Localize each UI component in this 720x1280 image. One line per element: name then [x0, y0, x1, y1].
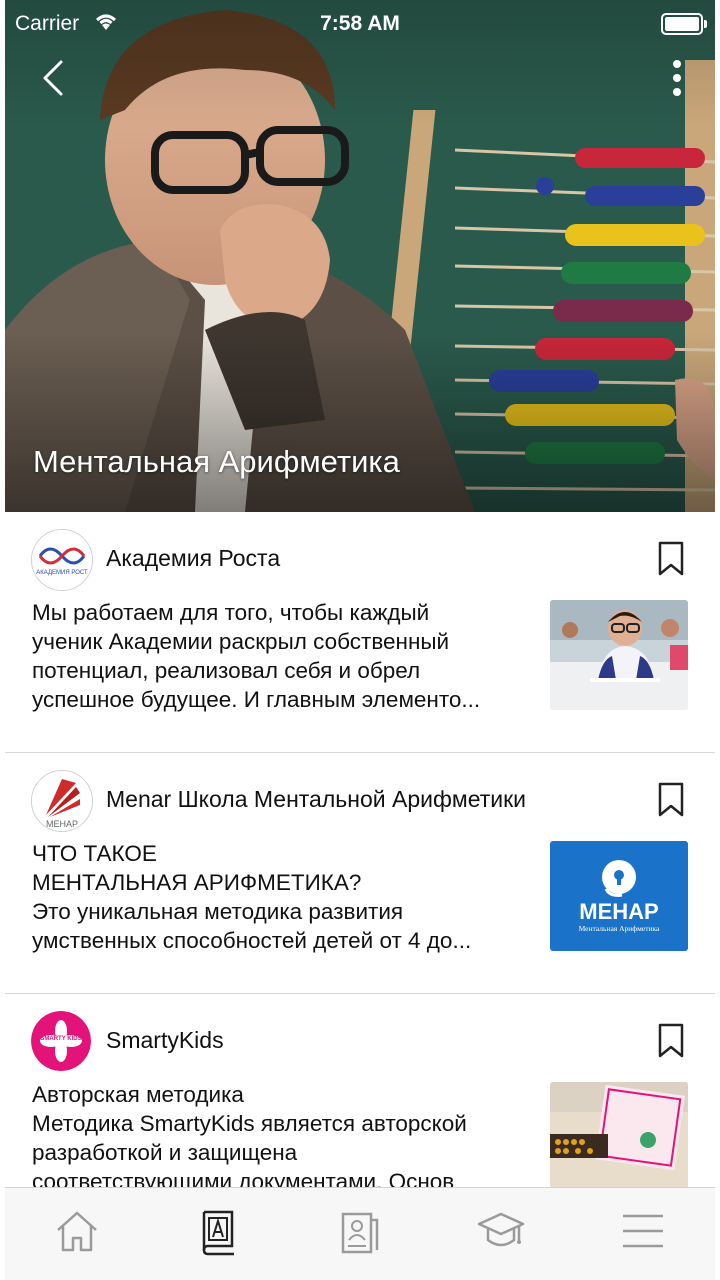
description-line: соответствующими документами. Основ [32, 1169, 455, 1187]
thumbnail-image [550, 600, 688, 710]
document-icon[interactable] [335, 1206, 385, 1256]
thumbnail-image: МЕНАР Ментальная Арифметика [550, 841, 688, 951]
status-time: 7:58 AM [320, 12, 400, 35]
bookmark-icon[interactable] [657, 541, 685, 577]
description-line: разработкой и защищена [32, 1140, 298, 1165]
school-list: АКАДЕМИЯ РОСТ Академия Роста Мы работаем… [5, 512, 715, 1187]
akademiya-logo-icon: АКАДЕМИЯ РОСТ [32, 530, 92, 590]
tab-bar [5, 1187, 715, 1280]
description-line: Мы работаем для того, чтобы каждый [32, 600, 430, 625]
logo-text: SMARTY KIDS [40, 1036, 81, 1042]
description-line: умственных способностей детей от 4 до... [32, 928, 472, 953]
avatar: АКАДЕМИЯ РОСТ [31, 529, 93, 591]
school-name: SmartyKids [106, 1027, 224, 1053]
school-description: ЧТО ТАКОЕ МЕНТАЛЬНАЯ АРИФМЕТИКА? Это уни… [32, 839, 527, 955]
description-line: ученик Академии раскрыл собственный [32, 629, 450, 654]
avatar: МЕНАР [31, 770, 93, 832]
thumbnail-image [550, 1082, 688, 1187]
home-icon[interactable] [52, 1206, 102, 1256]
school-name: Академия Роста [106, 545, 281, 571]
description-line: ЧТО ТАКОЕ [32, 841, 157, 866]
back-button[interactable] [33, 56, 73, 100]
battery-icon [661, 13, 707, 35]
menar-logo-icon: МЕНАР [32, 771, 92, 831]
description-line: Авторская методика [32, 1082, 244, 1107]
description-line: МЕНТАЛЬНАЯ АРИФМЕТИКА? [32, 870, 362, 895]
app-screen: Carrier 7:58 AM Ментальная Арифметика АК… [5, 0, 715, 1280]
hero-overlay [5, 0, 715, 512]
list-item-menar[interactable]: МЕНАР Menar Школа Ментальной Арифметики … [5, 753, 715, 994]
description-line: Это уникальная методика развития [32, 899, 404, 924]
school-description: Мы работаем для того, чтобы каждый учени… [32, 598, 527, 714]
smartykids-logo-icon: SMARTY KIDS [31, 1011, 91, 1071]
menu-icon[interactable] [618, 1206, 668, 1256]
school-description: Авторская методика Методика SmartyKids я… [32, 1080, 527, 1187]
bookmark-icon[interactable] [657, 782, 685, 818]
logo-text: МЕНАР [46, 819, 78, 829]
graduation-cap-icon[interactable] [476, 1206, 526, 1256]
hero-banner: Carrier 7:58 AM Ментальная Арифметика [5, 0, 715, 512]
description-line: Методика SmartyKids является авторской [32, 1111, 467, 1136]
status-bar: Carrier 7:58 AM [5, 0, 715, 48]
list-item-smartykids[interactable]: SMARTY KIDS SmartyKids Авторская методик… [5, 994, 715, 1187]
more-options-button[interactable] [667, 58, 687, 98]
description-line: потенциал, реализовал себя и обрел [32, 658, 421, 683]
page-title: Ментальная Арифметика [33, 444, 400, 479]
book-icon[interactable] [194, 1206, 244, 1256]
avatar: SMARTY KIDS [31, 1011, 91, 1071]
bookmark-icon[interactable] [657, 1023, 685, 1059]
school-name: Menar Школа Ментальной Арифметики [106, 786, 527, 812]
thumbnail-title: МЕНАР [579, 899, 658, 924]
logo-text: АКАДЕМИЯ РОСТ [36, 570, 88, 576]
list-item-akademiya-rosta[interactable]: АКАДЕМИЯ РОСТ Академия Роста Мы работаем… [5, 512, 715, 753]
thumbnail-subtitle: Ментальная Арифметика [579, 924, 660, 933]
description-line: успешное будущее. И главным элементо... [32, 687, 481, 712]
